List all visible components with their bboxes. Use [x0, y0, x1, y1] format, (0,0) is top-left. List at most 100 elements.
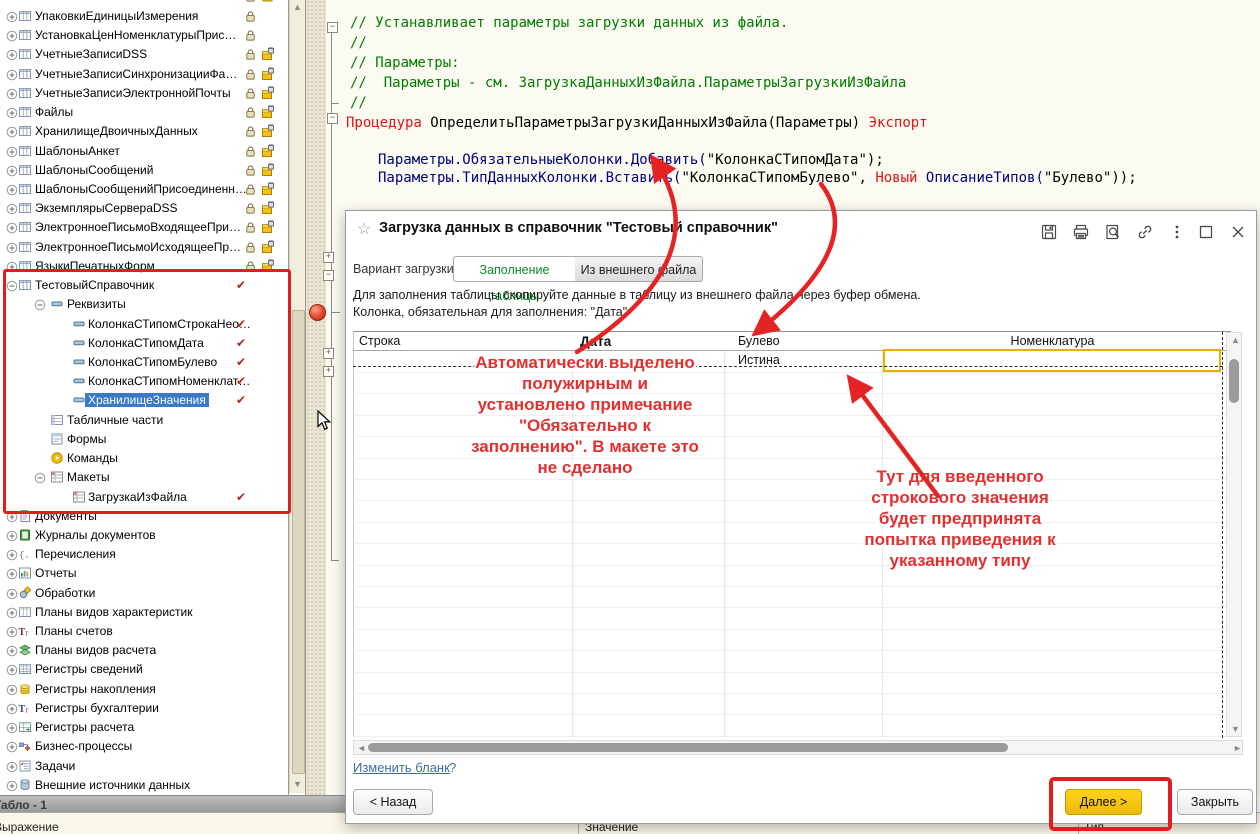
close-icon[interactable]	[1229, 223, 1247, 241]
expand-icon[interactable]	[5, 567, 16, 578]
tree-item[interactable]: ТестовыйСправочник✔	[0, 276, 288, 295]
more-icon[interactable]	[1168, 223, 1186, 241]
tree-item[interactable]: КолонкаСТипомСтрокаНео…✔	[0, 315, 288, 334]
grid-row[interactable]	[353, 479, 1230, 501]
grid-row[interactable]	[353, 394, 1230, 416]
expand-icon[interactable]	[5, 221, 16, 232]
tree-scrollbar-thumb[interactable]	[292, 310, 305, 774]
grid-horizontal-scrollbar[interactable]: ◄ ►	[353, 740, 1243, 755]
expand-icon[interactable]	[5, 529, 16, 540]
collapse-icon[interactable]: −	[327, 22, 338, 33]
tree-item[interactable]: УчетныеЗаписиDSS	[0, 45, 288, 64]
scrollbar-thumb[interactable]	[368, 743, 1008, 752]
grid-row[interactable]	[353, 693, 1230, 715]
grid-row[interactable]	[353, 565, 1230, 587]
collapse-icon[interactable]	[33, 471, 44, 482]
tree-item[interactable]: Команды	[0, 449, 288, 468]
tree-item[interactable]: ЭлектронноеПисьмоВходящееПри…	[0, 218, 288, 237]
print-icon[interactable]	[1072, 223, 1090, 241]
tree-item[interactable]: Реквизиты	[0, 295, 288, 314]
tree-item[interactable]: Документы	[0, 507, 288, 526]
breakpoint-icon[interactable]	[309, 304, 326, 321]
tree-item[interactable]: Файлы	[0, 103, 288, 122]
grid-row[interactable]	[353, 544, 1230, 566]
tablo-titlebar[interactable]: Табло - 1	[0, 795, 346, 813]
tree-item[interactable]: Обработки	[0, 584, 288, 603]
expand-icon[interactable]	[5, 721, 16, 732]
collapse-icon[interactable]	[33, 298, 44, 309]
tree-item[interactable]: ЯзыкиПечатныхФорм	[0, 257, 288, 276]
help-link[interactable]: ?	[449, 760, 456, 775]
tree-item[interactable]: УпаковкиЕдиницыИзмерения	[0, 7, 288, 26]
favorite-star-icon[interactable]: ☆	[357, 219, 371, 239]
tree-scrollbar[interactable]: ▲ ▼	[289, 0, 306, 793]
tree-item[interactable]: ХранилищеЗначения✔	[0, 391, 288, 410]
grid-row[interactable]	[353, 415, 1230, 437]
collapse-icon[interactable]: −	[323, 270, 334, 281]
next-button[interactable]: Далее >	[1065, 789, 1142, 815]
tree-item[interactable]: Регистры сведений	[0, 660, 288, 679]
expand-icon[interactable]	[5, 125, 16, 136]
expand-icon[interactable]	[5, 183, 16, 194]
grid-row[interactable]	[353, 458, 1230, 480]
tree-item[interactable]: ЗагрузкаИзФайла✔	[0, 488, 288, 507]
scroll-down-icon[interactable]: ▼	[1231, 724, 1240, 734]
close-button[interactable]: Закрыть	[1177, 789, 1253, 815]
tree-item[interactable]: Бизнес-процессы	[0, 737, 288, 756]
tree-item[interactable]: TтПланы счетов	[0, 622, 288, 641]
expand-icon[interactable]	[5, 548, 16, 559]
grid-row[interactable]	[353, 501, 1230, 523]
expand-icon[interactable]: +	[323, 348, 334, 359]
expand-icon[interactable]	[5, 663, 16, 674]
expand-icon[interactable]	[5, 241, 16, 252]
tree-item[interactable]: TгРегистры бухгалтерии	[0, 699, 288, 718]
expand-icon[interactable]	[5, 164, 16, 175]
grid-row[interactable]	[353, 608, 1230, 630]
expand-icon[interactable]	[5, 10, 16, 21]
expand-icon[interactable]: +	[323, 252, 334, 263]
grid-cell-bool[interactable]: Истина	[738, 353, 780, 367]
expand-icon[interactable]	[5, 740, 16, 751]
expand-icon[interactable]	[5, 87, 16, 98]
expand-icon[interactable]	[5, 702, 16, 713]
expand-icon[interactable]	[5, 48, 16, 59]
tree-item[interactable]: {..}Перечисления	[0, 545, 288, 564]
scrollbar-thumb[interactable]	[1229, 359, 1239, 403]
expand-icon[interactable]	[5, 644, 16, 655]
tree-item[interactable]: ЭкземплярыСервераDSS	[0, 199, 288, 218]
expand-icon[interactable]: +	[323, 366, 334, 377]
expand-icon[interactable]	[5, 260, 16, 271]
scroll-down-icon[interactable]: ▼	[293, 779, 302, 789]
expand-icon[interactable]	[5, 145, 16, 156]
tree-item[interactable]: Регистры накопления	[0, 680, 288, 699]
breakpoint-gutter[interactable]	[306, 0, 326, 795]
active-cell[interactable]	[883, 349, 1221, 372]
grid-row[interactable]	[353, 629, 1230, 651]
grid-row[interactable]	[353, 651, 1230, 673]
metadata-tree-panel[interactable]: УпаковкиЕдиницыИзмеренияУстановкаЦенНоме…	[0, 0, 288, 795]
tree-item[interactable]: КолонкаСТипомДата✔	[0, 334, 288, 353]
grid-header-2[interactable]: Дата	[580, 334, 720, 349]
tree-item[interactable]: УстановкаЦенНоменклатурыПрис…	[0, 26, 288, 45]
expand-icon[interactable]	[5, 29, 16, 40]
tree-item[interactable]: Планы видов характеристик	[0, 603, 288, 622]
tree-item[interactable]: Формы	[0, 430, 288, 449]
grid-header-1[interactable]: Строка	[359, 334, 564, 348]
edit-form-link[interactable]: Изменить бланк	[353, 760, 450, 775]
grid-row[interactable]	[353, 522, 1230, 544]
collapse-icon[interactable]	[5, 279, 16, 290]
scroll-up-icon[interactable]: ▲	[1231, 335, 1240, 345]
tree-item[interactable]: УчетныеЗаписиЭлектроннойПочты	[0, 84, 288, 103]
grid-header-3[interactable]: Булево	[738, 334, 878, 348]
grid-row[interactable]	[353, 672, 1230, 694]
tab-from-file[interactable]: Из внешнего файла	[575, 256, 703, 282]
tree-item[interactable]: ШаблоныАнкет	[0, 142, 288, 161]
expand-icon[interactable]	[5, 510, 16, 521]
tree-item[interactable]: ЭлектронноеПисьмоИсходящееПр…	[0, 238, 288, 257]
grid-vertical-scrollbar[interactable]: ▲ ▼	[1226, 332, 1242, 737]
expand-icon[interactable]	[5, 683, 16, 694]
link-icon[interactable]	[1136, 223, 1154, 241]
expand-icon[interactable]	[5, 606, 16, 617]
expand-icon[interactable]	[5, 779, 16, 790]
back-button[interactable]: < Назад	[353, 789, 433, 815]
